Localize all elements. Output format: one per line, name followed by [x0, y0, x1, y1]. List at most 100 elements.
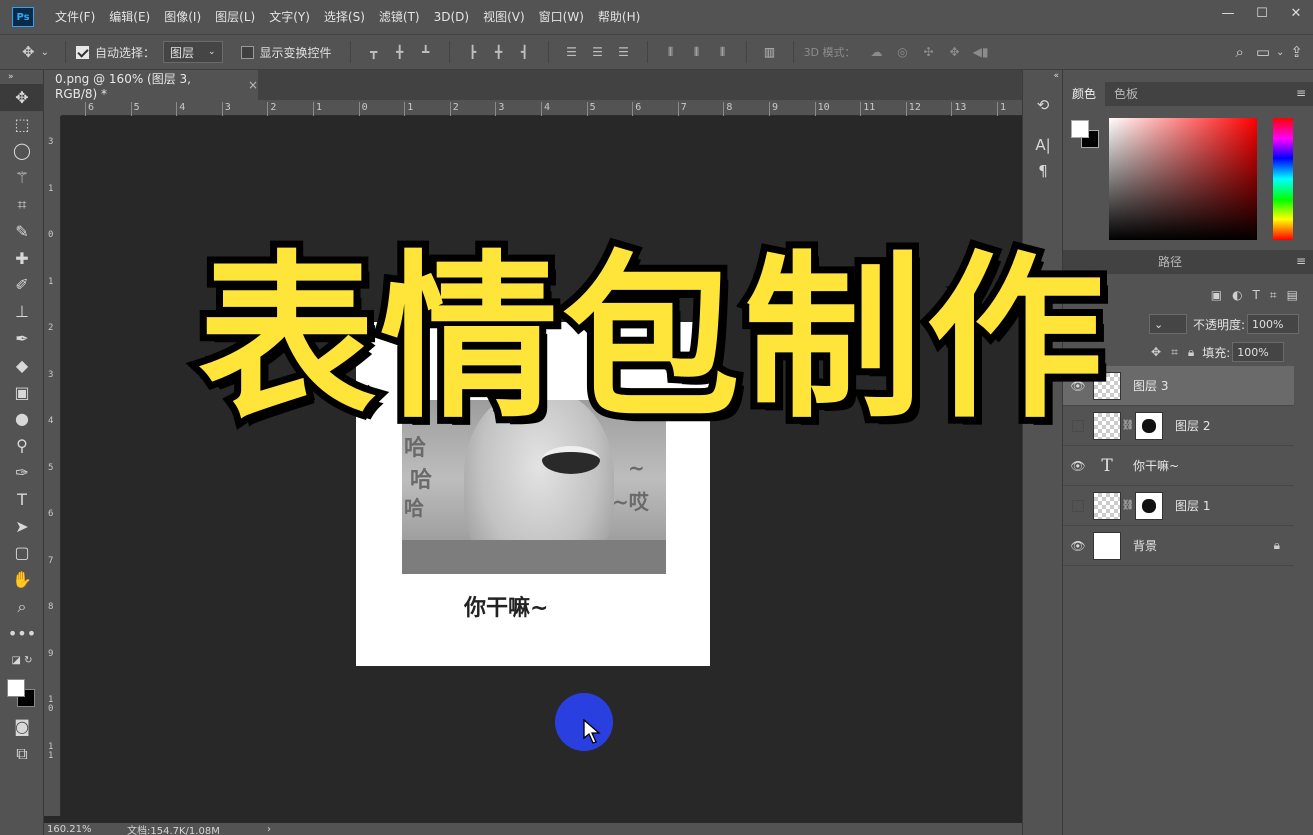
- lock-icon[interactable]: 🔒︎: [1274, 538, 1280, 553]
- 3d-camera-icon[interactable]: ◀▮: [971, 44, 991, 60]
- history-brush-tool-icon[interactable]: ✒: [0, 325, 44, 352]
- dodge-tool-icon[interactable]: ⚲: [0, 432, 44, 459]
- document-tab[interactable]: 0.png @ 160% (图层 3, RGB/8) * ×: [44, 70, 258, 101]
- hand-tool-icon[interactable]: ✋: [0, 566, 44, 593]
- align-bottom-icon[interactable]: ┻: [416, 44, 436, 60]
- opacity-input[interactable]: 100%: [1247, 314, 1300, 334]
- color-swatches[interactable]: [0, 674, 44, 714]
- search-icon[interactable]: ⌕: [1235, 43, 1243, 61]
- character-panel-icon[interactable]: A|: [1023, 132, 1063, 158]
- eyedropper-tool-icon[interactable]: ✎: [0, 218, 44, 245]
- fill-input[interactable]: 100%: [1232, 342, 1285, 362]
- filter-adjustment-icon[interactable]: ◐: [1232, 288, 1242, 302]
- 3d-pan-icon[interactable]: ✣: [919, 44, 939, 60]
- visibility-toggle-off[interactable]: [1063, 499, 1093, 512]
- menu-edit[interactable]: 编辑(E): [102, 0, 157, 34]
- menu-window[interactable]: 窗口(W): [532, 0, 591, 34]
- align-vcenter-icon[interactable]: ╋: [390, 44, 410, 60]
- crop-tool-icon[interactable]: ⌗: [0, 191, 44, 218]
- magic-wand-tool-icon[interactable]: ⚚: [0, 164, 44, 191]
- visibility-eye-icon[interactable]: 👁︎: [1063, 539, 1093, 553]
- align-right-icon[interactable]: ┫: [515, 44, 535, 60]
- filter-smart-icon[interactable]: ▤: [1287, 288, 1298, 302]
- distribute-vcenter-icon[interactable]: ☰: [588, 44, 608, 60]
- path-selection-tool-icon[interactable]: ➤: [0, 513, 44, 540]
- paragraph-panel-icon[interactable]: ¶: [1023, 158, 1063, 184]
- foreground-color-swatch[interactable]: [1071, 120, 1089, 138]
- layer-row[interactable]: 👁︎ T 你干嘛~: [1063, 446, 1294, 486]
- auto-select-dropdown[interactable]: 图层 ⌄: [162, 41, 223, 63]
- tab-color[interactable]: 颜色: [1063, 82, 1106, 106]
- panel-menu-icon[interactable]: ≡: [1296, 254, 1306, 268]
- 3d-slide-icon[interactable]: ✥: [945, 44, 965, 60]
- menu-view[interactable]: 视图(V): [476, 0, 532, 34]
- distribute-bottom-icon[interactable]: ☰: [614, 44, 634, 60]
- align-hcenter-icon[interactable]: ╋: [489, 44, 509, 60]
- auto-select-checkbox[interactable]: [75, 45, 89, 59]
- maximize-button[interactable]: ☐: [1245, 0, 1279, 26]
- distribute-right-icon[interactable]: ⫴: [713, 44, 733, 60]
- 3d-rotate-icon[interactable]: ☁: [867, 44, 887, 60]
- blur-tool-icon[interactable]: ●: [0, 406, 44, 433]
- clone-stamp-tool-icon[interactable]: ⊥: [0, 298, 44, 325]
- filter-type-icon[interactable]: T: [1253, 288, 1260, 302]
- distribute-top-icon[interactable]: ☰: [562, 44, 582, 60]
- align-top-icon[interactable]: ┳: [364, 44, 384, 60]
- distribute-left-icon[interactable]: ⫴: [661, 44, 681, 60]
- screen-mode-icon[interactable]: ⧉: [0, 740, 44, 767]
- lock-all-icon[interactable]: 🔒︎: [1188, 345, 1194, 360]
- chevron-down-icon[interactable]: ⌄: [41, 47, 49, 58]
- gradient-tool-icon[interactable]: ▣: [0, 379, 44, 406]
- visibility-eye-icon[interactable]: 👁︎: [1063, 459, 1093, 473]
- layer-mask-thumbnail[interactable]: [1135, 491, 1163, 520]
- chevron-down-icon[interactable]: ⌄: [1276, 47, 1284, 58]
- collapse-panels-icon[interactable]: «: [1023, 70, 1063, 82]
- zoom-level[interactable]: 160.21%: [47, 824, 127, 835]
- lock-artboard-icon[interactable]: ⌗: [1171, 345, 1178, 360]
- zoom-tool-icon[interactable]: ⌕: [0, 593, 44, 620]
- pen-tool-icon[interactable]: ✑: [0, 459, 44, 486]
- lasso-tool-icon[interactable]: ◯: [0, 138, 44, 165]
- menu-filter[interactable]: 滤镜(T): [372, 0, 427, 34]
- filter-shape-icon[interactable]: ⌗: [1270, 288, 1277, 303]
- move-tool-icon[interactable]: ✥: [0, 84, 44, 111]
- show-transform-checkbox[interactable]: [240, 45, 254, 59]
- 3d-roll-icon[interactable]: ◎: [893, 44, 913, 60]
- menu-image[interactable]: 图像(I): [157, 0, 208, 34]
- menu-file[interactable]: 文件(F): [48, 0, 102, 34]
- history-panel-icon[interactable]: ⟲: [1023, 92, 1063, 118]
- shape-tool-icon[interactable]: ▢: [0, 540, 44, 567]
- menu-3d[interactable]: 3D(D): [427, 0, 476, 34]
- layer-row[interactable]: 👁︎ 背景 🔒︎: [1063, 526, 1294, 566]
- swap-colors-icon[interactable]: ◪ ↻: [0, 647, 44, 674]
- move-tool-icon[interactable]: ✥: [22, 43, 35, 61]
- close-window-button[interactable]: ✕: [1279, 0, 1313, 26]
- link-chain-icon[interactable]: ⛓: [1121, 500, 1135, 511]
- align-left-icon[interactable]: ┣: [463, 44, 483, 60]
- more-tools-icon[interactable]: •••: [0, 620, 44, 647]
- type-tool-icon[interactable]: T: [0, 486, 44, 513]
- brush-tool-icon[interactable]: ✐: [0, 272, 44, 299]
- eraser-tool-icon[interactable]: ◆: [0, 352, 44, 379]
- menu-help[interactable]: 帮助(H): [591, 0, 647, 34]
- collapse-toolbar-icon[interactable]: »: [0, 70, 44, 84]
- hue-slider[interactable]: [1273, 118, 1293, 240]
- menu-type[interactable]: 文字(Y): [262, 0, 317, 34]
- close-tab-icon[interactable]: ×: [248, 78, 258, 92]
- marquee-tool-icon[interactable]: ⬚: [0, 111, 44, 138]
- menu-layer[interactable]: 图层(L): [208, 0, 262, 34]
- quick-mask-icon[interactable]: ◙: [0, 714, 44, 741]
- minimize-button[interactable]: —: [1211, 0, 1245, 26]
- panel-menu-icon[interactable]: ≡: [1296, 86, 1306, 100]
- workspace-icon[interactable]: ▭: [1256, 43, 1270, 61]
- layer-row[interactable]: ⛓ 图层 1: [1063, 486, 1294, 526]
- fg-bg-color-swatch[interactable]: [1071, 120, 1101, 150]
- share-icon[interactable]: ⇪: [1290, 43, 1303, 61]
- distribute-hcenter-icon[interactable]: ⫴: [687, 44, 707, 60]
- menu-select[interactable]: 选择(S): [317, 0, 372, 34]
- tab-swatches[interactable]: 色板: [1105, 82, 1147, 106]
- filter-pixel-icon[interactable]: ▣: [1211, 288, 1222, 302]
- healing-brush-tool-icon[interactable]: ✚: [0, 245, 44, 272]
- status-menu-arrow[interactable]: ›: [267, 824, 271, 835]
- auto-align-icon[interactable]: ▥: [760, 44, 780, 60]
